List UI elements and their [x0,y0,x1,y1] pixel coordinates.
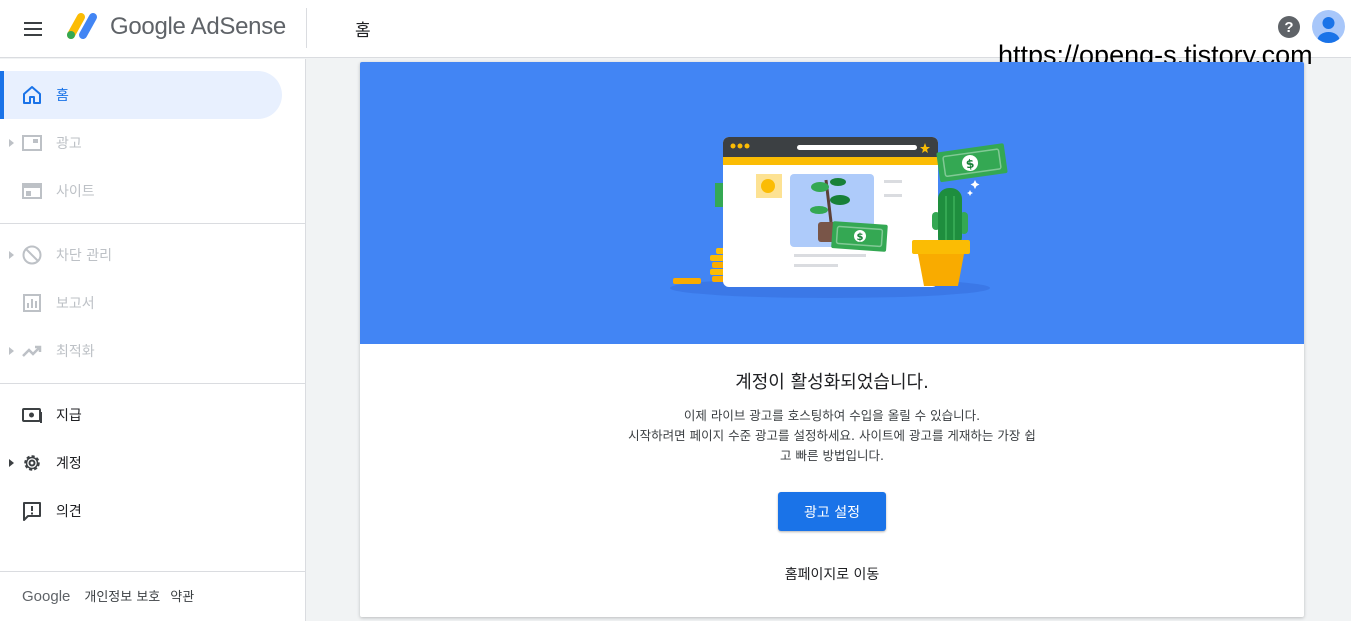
sidebar-item-feedback[interactable]: 의견 [0,487,282,535]
sidebar-footer: Google 개인정보 보호 약관 [22,586,194,605]
sidebar-item-reports[interactable]: 보고서 [0,279,282,327]
feedback-icon [23,502,41,521]
block-icon [22,245,42,265]
activation-heading: 계정이 활성화되었습니다. [735,372,929,393]
sidebar-item-label: 보고서 [56,296,95,312]
sidebar-item-blocking[interactable]: 차단 관리 [0,231,282,279]
expand-caret-icon [9,251,14,259]
person-icon [1317,17,1340,43]
sidebar-divider [0,223,306,224]
home-icon [23,86,41,104]
expand-caret-icon [9,139,14,147]
menu-icon-bar [24,22,42,24]
sidebar-item-account[interactable]: 계정 [0,439,282,487]
google-wordmark: Google [22,588,71,605]
sidebar-item-sites[interactable]: 사이트 [0,167,282,215]
sidebar-item-optimize[interactable]: 최적화 [0,327,282,375]
payments-icon [22,408,42,423]
sidebar-divider [0,571,306,572]
header-divider [306,8,307,48]
website-illustration: $ $ [670,137,1008,298]
help-icon[interactable]: ? [1278,16,1300,38]
product-name[interactable]: Google AdSense [110,13,286,41]
settings-icon [24,455,40,471]
sidebar-item-home[interactable]: 홈 [0,71,282,119]
ads-icon [22,135,42,151]
adsense-logo-icon[interactable] [64,11,100,41]
sidebar-item-label: 최적화 [56,344,95,360]
description-line: 이제 라이브 광고를 호스팅하여 수입을 올릴 수 있습니다. [683,408,981,423]
expand-caret-icon [9,347,14,355]
account-avatar[interactable] [1312,10,1345,43]
privacy-link[interactable]: 개인정보 보호 [84,586,160,605]
sidebar-item-payments[interactable]: 지급 [0,391,282,439]
terms-link[interactable]: 약관 [170,586,194,605]
sidebar-item-label: 계정 [56,456,82,472]
sidebar-item-label: 의견 [56,504,82,520]
sidebar-divider [0,383,306,384]
optimize-icon [22,345,42,357]
sidebar-item-label: 차단 관리 [56,248,112,264]
go-to-home-link[interactable]: 홈페이지로 이동 [360,564,1304,584]
reports-icon [23,294,41,312]
sidebar-item-label: 사이트 [56,184,95,200]
menu-icon-bar [24,28,42,30]
menu-icon-bar [24,34,42,36]
sites-icon [22,183,42,199]
sidebar-nav: 홈 광고 사이트 차단 관리 보고서 최적화 지급 계정 의견 Google 개… [0,59,306,621]
description-line: 시작하려면 페이지 수준 광고를 설정하세요. 사이트에 광고를 게재하는 가장… [628,428,1036,443]
main-menu-button[interactable] [18,15,48,43]
sidebar-item-label: 광고 [56,136,82,152]
description-line: 고 빠른 방법입니다. [780,448,884,463]
activation-description: 이제 라이브 광고를 호스팅하여 수입을 올릴 수 있습니다. 시작하려면 페이… [580,406,1084,466]
set-up-ads-button[interactable]: 광고 설정 [778,492,886,531]
dollar-sign: $ [857,232,864,243]
sidebar-item-label: 지급 [56,408,82,424]
page-title: 홈 [355,21,371,41]
account-activated-card: $ $ 계정이 활성화되었습니다. 이제 라이브 광고를 호스팅하여 수입을 올… [360,62,1304,617]
sidebar-item-ads[interactable]: 광고 [0,119,282,167]
expand-caret-icon [9,459,14,467]
hero-banner: $ $ [360,62,1304,344]
sidebar-item-label: 홈 [56,88,69,104]
